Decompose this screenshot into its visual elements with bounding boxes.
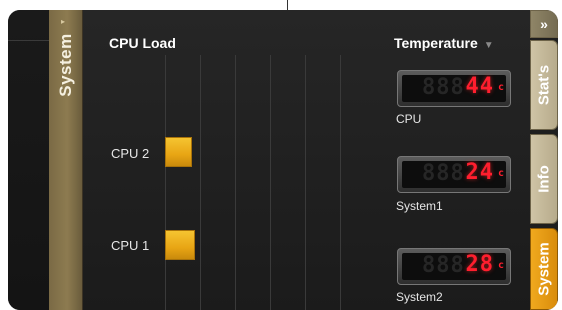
- lcd-ghost-digits: 888: [422, 161, 465, 186]
- cpu1-load-bar: [165, 230, 195, 260]
- system2-temp-label: System2: [396, 290, 443, 304]
- tab-stats[interactable]: Stat's: [530, 40, 558, 130]
- grid-line: [165, 55, 166, 310]
- system1-temp-value: 24: [465, 160, 494, 185]
- tab-stats-label: Stat's: [535, 64, 553, 106]
- right-tab-bar: » Stat's Info System: [530, 10, 558, 310]
- system-monitor-widget: ▸ System CPU Load CPU 2 CPU 1 Temperatur…: [8, 10, 558, 310]
- system1-temp-label: System1: [396, 199, 443, 213]
- cpu-temp-label: CPU: [396, 112, 422, 126]
- cpu-load-title: CPU Load: [109, 35, 176, 51]
- grid-line: [200, 55, 201, 310]
- tab-system[interactable]: System: [530, 228, 558, 310]
- tab-system-label: System: [535, 242, 553, 296]
- expand-arrow-icon: ▸: [61, 17, 66, 26]
- cpu1-label: CPU 1: [111, 238, 150, 253]
- lcd-ghost-digits: 888: [422, 75, 465, 100]
- system-side-tab[interactable]: ▸ System: [49, 10, 83, 310]
- monitor-main-panel: CPU Load CPU 2 CPU 1 Temperature ▼ 888 44…: [83, 10, 530, 310]
- temperature-title: Temperature: [394, 35, 478, 51]
- left-panel-divider: [8, 40, 49, 41]
- cpu-temp-value: 44: [465, 74, 494, 99]
- cpu2-load-bar: [165, 137, 192, 167]
- top-connector-line: [287, 0, 288, 10]
- system1-temp-display: 888 24 c: [397, 156, 511, 193]
- system2-temp-display: 888 28 c: [397, 248, 511, 285]
- grid-line: [340, 55, 341, 310]
- lcd-ghost-digits: 888: [422, 253, 465, 278]
- collapse-button[interactable]: »: [530, 10, 558, 38]
- tab-info-label: Info: [535, 165, 553, 193]
- cpu-temp-display: 888 44 c: [397, 70, 511, 107]
- system2-temp-value: 28: [465, 252, 494, 277]
- dropdown-caret-icon: ▼: [483, 40, 494, 51]
- system2-temp-unit: c: [497, 260, 504, 271]
- system1-temp-unit: c: [497, 168, 504, 179]
- grid-line: [235, 55, 236, 310]
- double-chevron-right-icon: »: [540, 16, 548, 32]
- cpu2-label: CPU 2: [111, 146, 150, 161]
- grid-line: [305, 55, 306, 310]
- grid-line: [270, 55, 271, 310]
- system-side-tab-label: System: [55, 33, 75, 97]
- left-panel-strip: [8, 10, 49, 310]
- tab-info[interactable]: Info: [530, 134, 558, 224]
- temperature-dropdown[interactable]: Temperature ▼: [394, 35, 494, 51]
- cpu-temp-unit: c: [497, 82, 504, 93]
